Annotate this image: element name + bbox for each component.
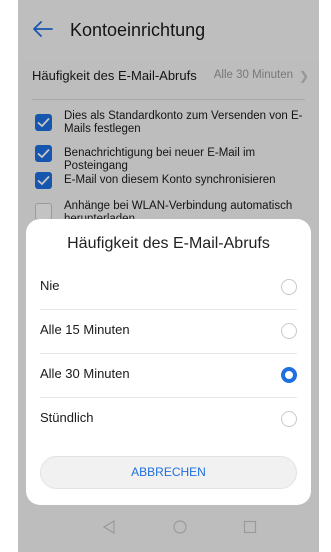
frequency-dialog: Häufigkeit des E-Mail-Abrufs Nie Alle 15…	[26, 219, 311, 505]
phone-screen: Kontoeinrichtung Häufigkeit des E-Mail-A…	[18, 0, 319, 552]
recents-square-icon[interactable]	[243, 520, 257, 539]
choice-label: Alle 15 Minuten	[40, 322, 130, 337]
radio-never[interactable]	[281, 279, 297, 295]
system-nav-bar	[18, 508, 319, 552]
choice-label: Alle 30 Minuten	[40, 366, 130, 381]
choice-label: Nie	[40, 278, 60, 293]
home-circle-icon[interactable]	[173, 520, 187, 539]
choice-row-hourly[interactable]: Stündlich	[26, 397, 311, 441]
cancel-button[interactable]: ABBRECHEN	[40, 456, 297, 489]
choice-row-30-min[interactable]: Alle 30 Minuten	[26, 353, 311, 397]
choice-row-15-min[interactable]: Alle 15 Minuten	[26, 309, 311, 353]
radio-15-min[interactable]	[281, 323, 297, 339]
choice-label: Stündlich	[40, 410, 94, 425]
dialog-title: Häufigkeit des E-Mail-Abrufs	[67, 235, 270, 252]
radio-30-min[interactable]	[281, 367, 297, 383]
choice-row-never[interactable]: Nie	[26, 265, 311, 309]
radio-hourly[interactable]	[281, 411, 297, 427]
back-triangle-icon[interactable]	[102, 519, 116, 539]
